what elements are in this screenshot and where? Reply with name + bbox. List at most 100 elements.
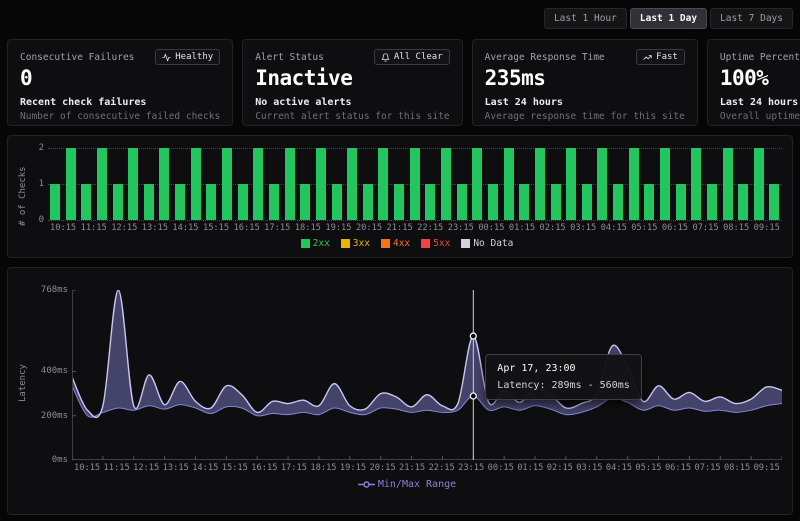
check-bar[interactable] bbox=[723, 148, 733, 220]
check-bar[interactable] bbox=[504, 148, 514, 220]
check-bar[interactable] bbox=[269, 184, 279, 220]
check-bar[interactable] bbox=[97, 148, 107, 220]
check-bar[interactable] bbox=[691, 148, 701, 220]
check-bar[interactable] bbox=[582, 184, 592, 220]
check-bar[interactable] bbox=[300, 184, 310, 220]
check-bar[interactable] bbox=[285, 148, 295, 220]
latency-yticks: 768ms400ms200ms0ms bbox=[32, 290, 72, 460]
time-range-last-1-hour[interactable]: Last 1 Hour bbox=[544, 8, 627, 29]
check-bar[interactable] bbox=[128, 148, 138, 220]
latency-svg bbox=[72, 290, 782, 460]
check-bar[interactable] bbox=[222, 148, 232, 220]
status-badge-healthy: Healthy bbox=[155, 49, 220, 65]
x-tick-label: 19:15 bbox=[325, 223, 351, 233]
time-range-last-7-days[interactable]: Last 7 Days bbox=[710, 8, 793, 29]
y-tick-label: 1 bbox=[39, 179, 44, 189]
x-tick-label: 15:15 bbox=[203, 223, 229, 233]
x-tick-label: 10:15 bbox=[50, 223, 76, 233]
latency-xlabels: 10:1511:1512:1513:1514:1515:1516:1517:15… bbox=[72, 463, 782, 473]
x-tick-label: 00:15 bbox=[478, 223, 504, 233]
check-bar[interactable] bbox=[347, 148, 357, 220]
x-tick-label: 09:15 bbox=[754, 223, 780, 233]
x-tick-label: 14:15 bbox=[192, 463, 218, 473]
line-marker-icon bbox=[358, 480, 375, 489]
check-bar[interactable] bbox=[472, 148, 482, 220]
check-bar[interactable] bbox=[81, 184, 91, 220]
x-tick-label: 22:15 bbox=[417, 223, 443, 233]
check-bar[interactable] bbox=[488, 184, 498, 220]
latency-plot[interactable]: Apr 17, 23:00 Latency: 289ms - 560ms bbox=[72, 290, 782, 460]
card-description: Current alert status for this site bbox=[255, 111, 449, 122]
check-bar[interactable] bbox=[629, 148, 639, 220]
x-tick-label: 04:15 bbox=[601, 223, 627, 233]
x-tick-label: 21:15 bbox=[387, 223, 413, 233]
check-bar[interactable] bbox=[457, 184, 467, 220]
check-bar[interactable] bbox=[551, 184, 561, 220]
x-tick-label: 23:15 bbox=[458, 463, 484, 473]
checks-plot[interactable] bbox=[48, 148, 782, 220]
check-bar[interactable] bbox=[597, 148, 607, 220]
legend-label: 2xx bbox=[313, 238, 330, 249]
check-bar[interactable] bbox=[253, 148, 263, 220]
legend-label: 3xx bbox=[353, 238, 370, 249]
legend-swatch bbox=[461, 239, 470, 248]
x-tick-label: 03:15 bbox=[576, 463, 602, 473]
crosshair-dot-min bbox=[470, 393, 476, 399]
card-title: Alert Status bbox=[255, 49, 324, 63]
x-tick-label: 12:15 bbox=[111, 223, 137, 233]
check-bar[interactable] bbox=[50, 184, 60, 220]
card-value: 100% bbox=[720, 66, 800, 90]
check-bar[interactable] bbox=[676, 184, 686, 220]
x-tick-label: 18:15 bbox=[310, 463, 336, 473]
check-bar[interactable] bbox=[425, 184, 435, 220]
check-bar[interactable] bbox=[738, 184, 748, 220]
check-bar[interactable] bbox=[316, 148, 326, 220]
check-bar[interactable] bbox=[378, 148, 388, 220]
check-bar[interactable] bbox=[441, 148, 451, 220]
x-tick-label: 21:15 bbox=[399, 463, 425, 473]
check-bar[interactable] bbox=[159, 148, 169, 220]
check-bar[interactable] bbox=[644, 184, 654, 220]
x-tick-label: 16:15 bbox=[251, 463, 277, 473]
check-bar[interactable] bbox=[707, 184, 717, 220]
legend-item-5xx: 5xx bbox=[421, 238, 450, 249]
latency-chart-panel: Latency 768ms400ms200ms0ms Apr 17, 23:00… bbox=[7, 267, 793, 515]
legend-item-no-data: No Data bbox=[461, 238, 513, 249]
check-bar[interactable] bbox=[66, 148, 76, 220]
check-bar[interactable] bbox=[238, 184, 248, 220]
check-bar[interactable] bbox=[175, 184, 185, 220]
badge-label: Healthy bbox=[175, 52, 213, 62]
check-bar[interactable] bbox=[535, 148, 545, 220]
x-tick-label: 15:15 bbox=[222, 463, 248, 473]
check-bar[interactable] bbox=[519, 184, 529, 220]
check-bar[interactable] bbox=[363, 184, 373, 220]
time-range-last-1-day[interactable]: Last 1 Day bbox=[630, 8, 707, 29]
check-bar[interactable] bbox=[410, 148, 420, 220]
card-subtitle: Last 24 hours bbox=[485, 97, 685, 108]
check-bar[interactable] bbox=[566, 148, 576, 220]
check-bar[interactable] bbox=[113, 184, 123, 220]
check-bar[interactable] bbox=[754, 148, 764, 220]
x-tick-label: 02:15 bbox=[547, 463, 573, 473]
x-tick-label: 01:15 bbox=[509, 223, 535, 233]
x-tick-label: 12:15 bbox=[133, 463, 159, 473]
legend-label: No Data bbox=[473, 238, 513, 249]
check-bar[interactable] bbox=[144, 184, 154, 220]
status-badge-fast: Fast bbox=[636, 49, 685, 65]
y-tick-label: 400ms bbox=[41, 366, 68, 376]
x-tick-label: 00:15 bbox=[488, 463, 514, 473]
x-tick-label: 18:15 bbox=[295, 223, 321, 233]
latency-legend: Min/Max Range bbox=[32, 479, 782, 490]
check-bar[interactable] bbox=[394, 184, 404, 220]
x-tick-label: 07:15 bbox=[692, 223, 718, 233]
check-bar[interactable] bbox=[206, 184, 216, 220]
check-bar[interactable] bbox=[191, 148, 201, 220]
stat-card-consecutive-failures: Consecutive Failures Healthy 0 Recent ch… bbox=[7, 39, 233, 126]
check-bar[interactable] bbox=[660, 148, 670, 220]
check-bar[interactable] bbox=[613, 184, 623, 220]
bell-icon bbox=[381, 53, 390, 62]
checks-yticks: 012 bbox=[32, 148, 48, 220]
x-tick-label: 06:15 bbox=[665, 463, 691, 473]
check-bar[interactable] bbox=[769, 184, 779, 220]
check-bar[interactable] bbox=[332, 184, 342, 220]
